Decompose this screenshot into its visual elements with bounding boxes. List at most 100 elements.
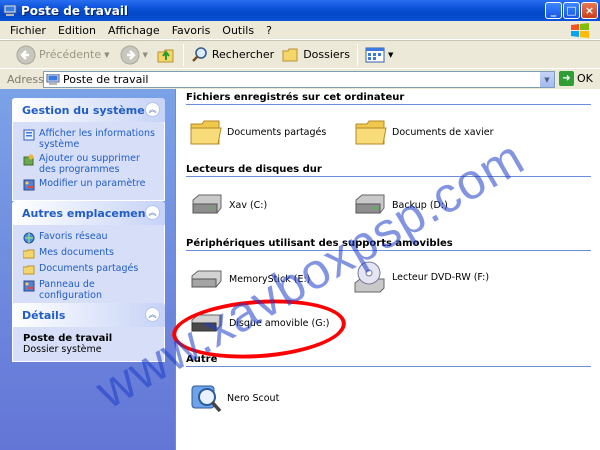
address-label: Adresse xyxy=(7,72,51,86)
removable-drive-icon xyxy=(191,314,222,332)
collapse-icon[interactable]: ︽ xyxy=(145,307,160,322)
back-dropdown-icon[interactable]: ▼ xyxy=(104,51,109,59)
go-label: OK xyxy=(577,72,593,85)
item-nero-scout[interactable]: Nero Scout xyxy=(189,381,279,415)
address-value: Poste de travail xyxy=(63,73,149,86)
system-tasks-header[interactable]: Gestion du système ︽ xyxy=(12,98,165,122)
place-my-documents[interactable]: Mes documents xyxy=(23,247,158,260)
add-remove-icon xyxy=(23,154,34,166)
dvd-drive-icon xyxy=(354,261,385,293)
item-label: Backup (D:) xyxy=(392,199,448,211)
item-memorystick[interactable]: MemoryStick (E:) xyxy=(189,266,310,292)
item-removable-g[interactable]: Disque amovible (G:) xyxy=(189,310,329,336)
group-header-files: Fichiers enregistrés sur cet ordinateur xyxy=(186,92,591,105)
search-button[interactable]: Rechercher xyxy=(189,43,276,67)
menu-edition[interactable]: Edition xyxy=(52,24,102,37)
item-label: Lecteur DVD-RW (F:) xyxy=(392,271,490,283)
toolbar-separator xyxy=(182,43,184,66)
item-drive-c[interactable]: Xav (C:) xyxy=(189,192,267,218)
close-button[interactable]: × xyxy=(581,2,598,19)
group-header-removable: Périphériques utilisant des supports amo… xyxy=(186,238,591,251)
address-dropdown-icon[interactable]: ▼ xyxy=(539,72,554,87)
group-header-other: Autre xyxy=(186,354,591,367)
task-label: Modifier un paramètre xyxy=(39,178,146,189)
details-header[interactable]: Détails ︽ xyxy=(12,303,165,327)
group-header-drives: Lecteurs de disques dur xyxy=(186,164,591,177)
item-label: Xav (C:) xyxy=(229,199,268,211)
menu-fichier[interactable]: Fichier xyxy=(4,24,52,37)
details-title: Détails xyxy=(22,308,66,322)
file-view: Fichiers enregistrés sur cet ordinateur … xyxy=(177,89,600,450)
item-shared-documents[interactable]: Documents partagés xyxy=(189,117,326,147)
other-places-title: Autres emplacements xyxy=(22,206,158,220)
collapse-icon[interactable]: ︽ xyxy=(145,102,160,117)
up-folder-icon xyxy=(157,49,174,62)
address-bar: Adresse Poste de travail ▼ ➜ OK xyxy=(0,68,600,89)
forward-button[interactable]: ▼ xyxy=(118,43,150,67)
item-label: Documents de xavier xyxy=(392,126,494,138)
forward-dropdown-icon[interactable]: ▼ xyxy=(143,51,148,59)
details-type: Dossier système xyxy=(23,344,102,355)
views-icon xyxy=(365,47,385,62)
task-label: Ajouter ou supprimer des programmes xyxy=(39,153,140,175)
search-label: Rechercher xyxy=(211,48,275,61)
folder-icon xyxy=(23,265,35,275)
control-panel-icon xyxy=(23,179,35,191)
menu-help[interactable]: ? xyxy=(260,24,278,37)
info-icon xyxy=(23,129,35,141)
system-tasks-title: Gestion du système xyxy=(22,103,145,117)
task-add-remove-programs[interactable]: Ajouter ou supprimer des programmes xyxy=(23,153,158,175)
hard-disk-icon xyxy=(355,194,385,214)
place-shared-documents[interactable]: Documents partagés xyxy=(23,263,158,276)
item-label: Nero Scout xyxy=(227,392,280,404)
task-view-system-info[interactable]: Afficher les informations système xyxy=(23,128,158,150)
menu-favoris[interactable]: Favoris xyxy=(166,24,217,37)
folders-button[interactable]: Dossiers xyxy=(280,43,352,67)
hard-disk-icon xyxy=(192,194,222,214)
task-change-setting[interactable]: Modifier un paramètre xyxy=(23,178,158,191)
views-dropdown-icon[interactable]: ▼ xyxy=(388,51,393,59)
window-title: Poste de travail xyxy=(21,3,129,18)
item-xavier-documents[interactable]: Documents de xavier xyxy=(354,117,494,147)
views-button[interactable]: ▼ xyxy=(363,43,395,67)
removable-drive-icon xyxy=(191,270,222,288)
item-label: MemoryStick (E:) xyxy=(229,273,311,285)
place-label: Documents partagés xyxy=(39,263,139,274)
item-label: Documents partagés xyxy=(227,126,327,138)
go-arrow-icon: ➜ xyxy=(559,71,574,86)
address-input[interactable]: Poste de travail ▼ xyxy=(43,71,555,88)
place-label: Panneau de configuration xyxy=(39,279,103,301)
search-icon xyxy=(192,46,207,62)
maximize-button[interactable]: □ xyxy=(563,2,580,19)
back-arrow-icon xyxy=(16,45,36,64)
network-icon xyxy=(23,232,35,244)
forward-arrow-icon xyxy=(120,45,139,64)
folders-icon xyxy=(282,48,298,61)
other-places-header[interactable]: Autres emplacements ︽ xyxy=(12,201,165,225)
place-control-panel[interactable]: Panneau de configuration xyxy=(23,279,158,301)
task-label: Afficher les informations système xyxy=(39,128,155,150)
control-panel-icon xyxy=(23,280,35,292)
folder-icon xyxy=(23,249,35,259)
item-drive-d[interactable]: Backup (D:) xyxy=(352,192,448,218)
details-name: Poste de travail xyxy=(23,333,113,344)
menu-bar: Fichier Edition Affichage Favoris Outils… xyxy=(0,21,600,40)
system-tasks-panel: Gestion du système ︽ Afficher les inform… xyxy=(12,98,165,201)
task-pane: Gestion du système ︽ Afficher les inform… xyxy=(0,89,176,450)
details-panel: Détails ︽ Poste de travail Dossier systè… xyxy=(12,303,165,362)
folder-icon xyxy=(190,120,222,145)
toolbar-separator xyxy=(356,43,358,66)
place-network[interactable]: Favoris réseau xyxy=(23,231,158,244)
toolbar: Précédente ▼ ▼ Rechercher Dossiers ▼ xyxy=(0,40,600,68)
minimize-button[interactable]: _ xyxy=(545,2,562,19)
place-label: Favoris réseau xyxy=(39,231,108,242)
collapse-icon[interactable]: ︽ xyxy=(145,205,160,220)
title-bar[interactable]: Poste de travail _ □ × xyxy=(0,0,600,21)
go-button[interactable]: ➜ OK xyxy=(559,71,593,86)
menu-outils[interactable]: Outils xyxy=(216,24,260,37)
up-folder-button[interactable] xyxy=(154,43,178,67)
menu-affichage[interactable]: Affichage xyxy=(102,24,166,37)
folder-icon xyxy=(355,120,387,145)
back-button[interactable]: Précédente ▼ xyxy=(14,43,112,67)
item-dvd-drive[interactable]: Lecteur DVD-RW (F:) xyxy=(352,259,489,295)
